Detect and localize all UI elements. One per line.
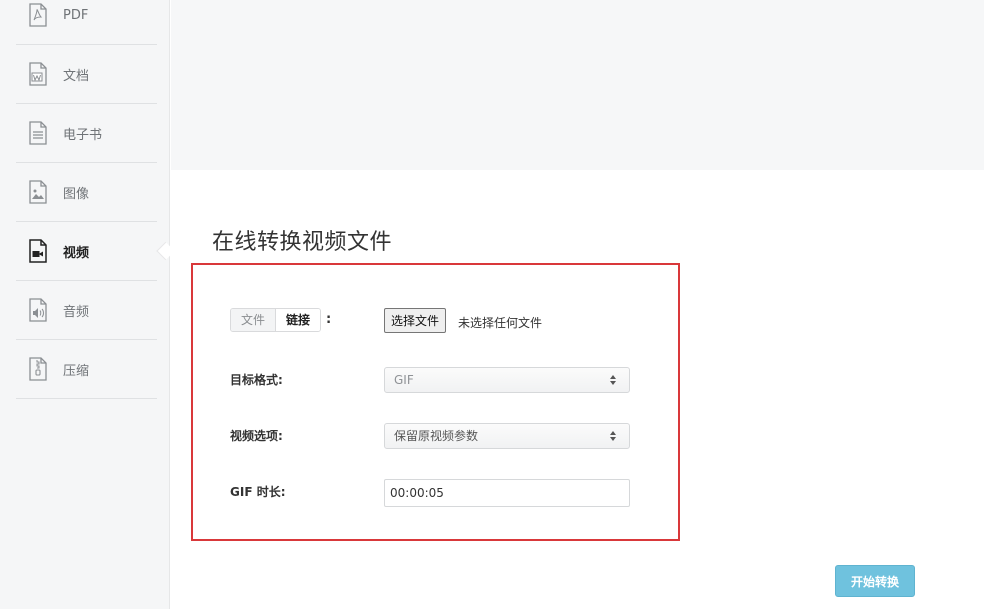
archive-file-icon (26, 357, 50, 381)
tab-file[interactable]: 文件 (231, 309, 277, 331)
top-banner (171, 0, 984, 170)
sidebar-item-pdf[interactable]: PDF (16, 0, 157, 45)
sidebar-item-label: 电子书 (63, 127, 103, 143)
conversion-form: 文件 链接 : 选择文件 未选择任何文件 目标格式: GIF 视频选项: 保留原… (191, 263, 680, 541)
page-title: 在线转换视频文件 (212, 230, 393, 255)
sidebar-item-label: 音频 (63, 304, 90, 320)
file-status-text: 未选择任何文件 (458, 316, 543, 330)
gif-duration-input[interactable] (384, 479, 630, 507)
sidebar-item-label: 视频 (63, 245, 90, 261)
source-type-toggle: 文件 链接 (230, 308, 322, 332)
video-file-icon (26, 239, 50, 263)
video-options-label: 视频选项: (230, 429, 283, 443)
sidebar-item-label: PDF (63, 7, 89, 23)
target-format-value: GIF (394, 373, 414, 387)
tab-link[interactable]: 链接 (276, 309, 321, 331)
word-document-icon (26, 62, 50, 86)
select-arrows-icon (610, 431, 616, 441)
sidebar-item-label: 压缩 (63, 363, 90, 379)
sidebar-item-image[interactable]: 图像 (16, 163, 157, 222)
sidebar-item-label: 文档 (63, 68, 90, 84)
sidebar-nav: PDF 文档 电子书 图像 视频 音频 压缩 (16, 0, 157, 399)
sidebar-item-ebook[interactable]: 电子书 (16, 104, 157, 163)
video-options-value: 保留原视频参数 (394, 429, 479, 443)
gif-duration-label: GIF 时长: (230, 485, 286, 499)
sidebar-item-document[interactable]: 文档 (16, 45, 157, 104)
sidebar-item-archive[interactable]: 压缩 (16, 340, 157, 399)
select-arrows-icon (610, 375, 616, 385)
sidebar: PDF 文档 电子书 图像 视频 音频 压缩 (0, 0, 170, 609)
image-file-icon (26, 180, 50, 204)
source-colon: : (326, 312, 332, 327)
video-options-select[interactable]: 保留原视频参数 (384, 423, 630, 449)
choose-file-button[interactable]: 选择文件 (384, 308, 447, 333)
ebook-icon (26, 121, 50, 145)
sidebar-item-audio[interactable]: 音频 (16, 281, 157, 340)
audio-file-icon (26, 298, 50, 322)
start-convert-button[interactable]: 开始转换 (835, 565, 915, 597)
sidebar-item-label: 图像 (63, 186, 90, 202)
sidebar-item-video[interactable]: 视频 (16, 222, 157, 281)
pdf-file-icon (26, 3, 50, 27)
target-format-label: 目标格式: (230, 373, 283, 387)
target-format-select[interactable]: GIF (384, 367, 630, 393)
